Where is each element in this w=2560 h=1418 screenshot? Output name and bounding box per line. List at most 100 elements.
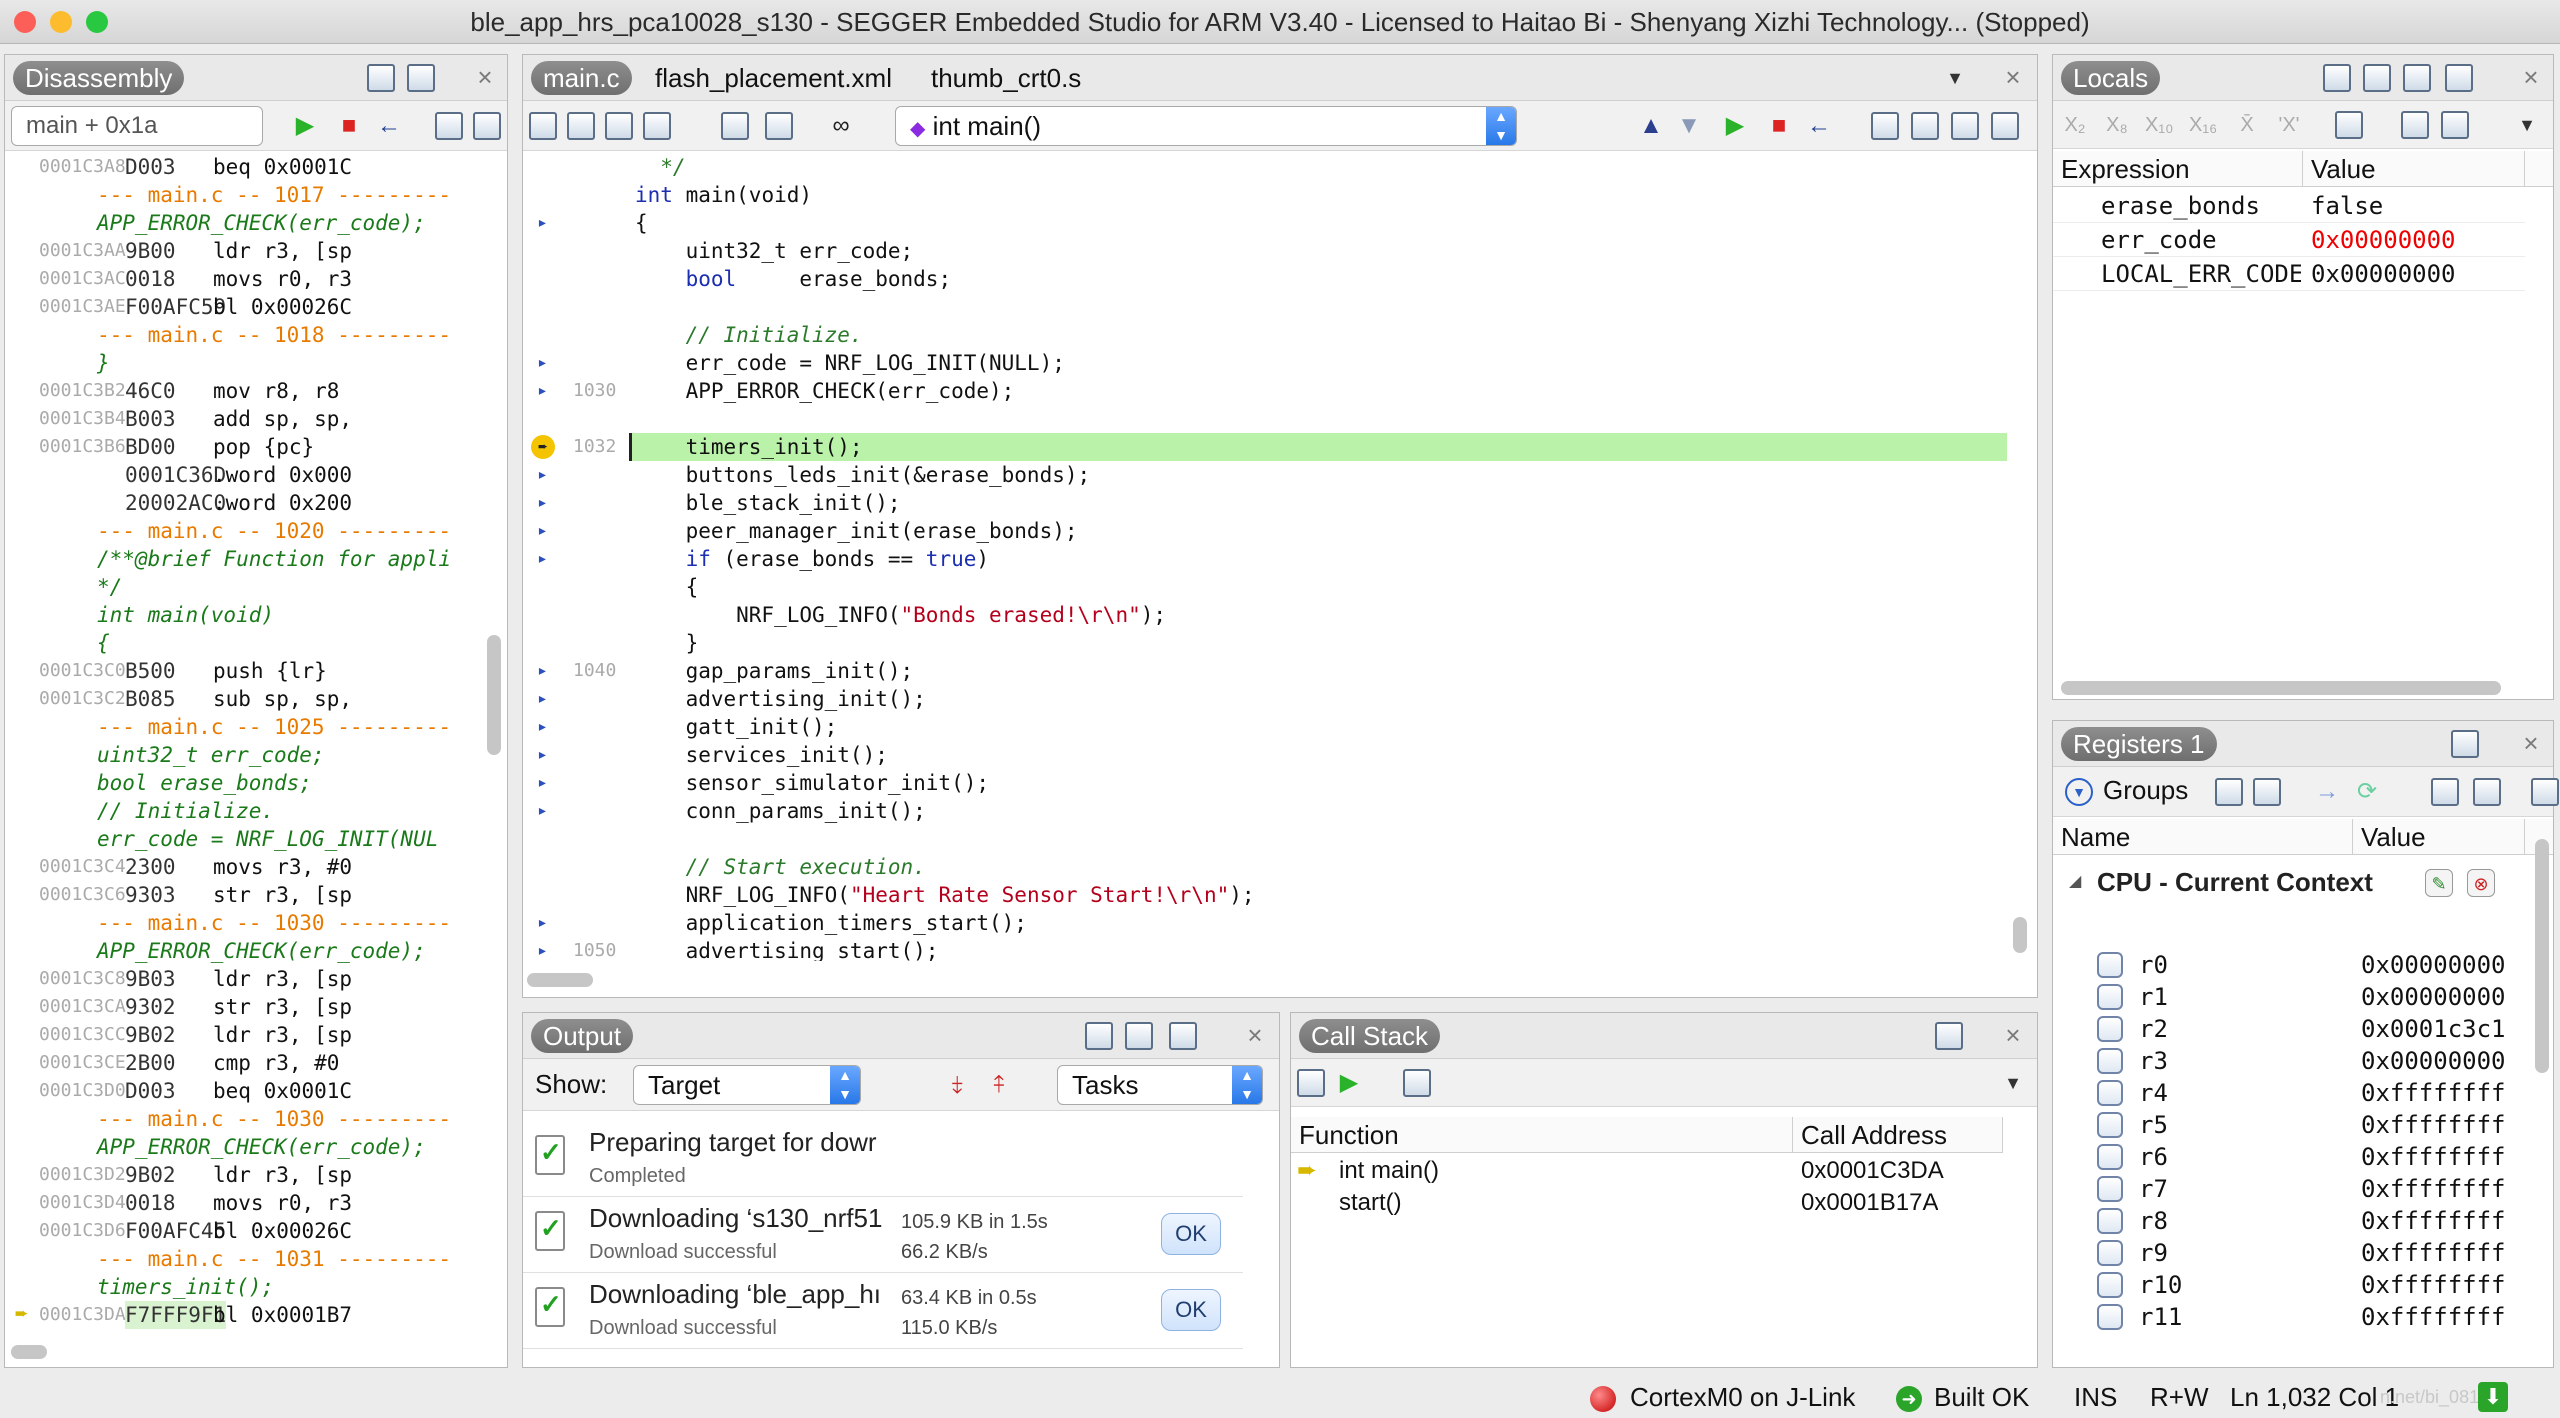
disasm-row[interactable]: bool erase_bonds; (5, 769, 479, 797)
output-item[interactable]: Downloading ‘s130_nrf51 Download successf… (523, 1197, 1243, 1273)
code-line[interactable]: ▸ services_init(); (523, 741, 2007, 769)
locals-paste-icon[interactable] (2441, 111, 2469, 139)
code-line[interactable]: bool erase_bonds; (523, 265, 2007, 293)
breakpoint-site-icon[interactable]: ▸ (537, 713, 548, 741)
output-tool3-icon[interactable] (1169, 1022, 1197, 1050)
code-line[interactable]: int main(void) (523, 181, 2007, 209)
next-location-icon[interactable]: ▼ (1675, 112, 1703, 140)
editor-step-over-icon[interactable] (1911, 112, 1939, 140)
editor-close-button[interactable]: × (1999, 63, 2027, 91)
register-value[interactable]: 0x0001c3c1 (2361, 1012, 2506, 1046)
editor-stop-icon[interactable]: ■ (1765, 112, 1793, 140)
code-line[interactable]: ▸ ble_stack_init(); (523, 489, 2007, 517)
register-value[interactable]: 0xffffffff (2361, 1268, 2506, 1302)
registers-col-value[interactable]: Value (2353, 819, 2525, 855)
disasm-row[interactable]: 0001C3AA 9B00 ldr r3, [sp (5, 237, 479, 265)
glasses-icon[interactable]: ∞ (827, 112, 855, 140)
disasm-row[interactable]: 0001C3C8 9B03 ldr r3, [sp (5, 965, 479, 993)
registers-col-name[interactable]: Name (2053, 819, 2353, 855)
disasm-row[interactable]: --- main.c -- 1025 --------- (5, 713, 479, 741)
disasm-row[interactable]: err_code = NRF_LOG_INIT(NUL (5, 825, 479, 853)
register-grid-icon[interactable] (2431, 778, 2459, 806)
disasm-row[interactable]: 0001C3C0 B500 push {lr} (5, 657, 479, 685)
disasm-row[interactable]: 0001C3C4 2300 movs r3, #0 (5, 853, 479, 881)
remove-group-icon[interactable]: ⊗ (2467, 869, 2495, 897)
register-row[interactable]: r4 0xffffffff (2053, 1077, 2525, 1109)
local-value[interactable]: 0x00000000 (2311, 223, 2525, 257)
callstack-col-function[interactable]: Function (1291, 1117, 1793, 1153)
disasm-row[interactable]: APP_ERROR_CHECK(err_code); (5, 1133, 479, 1161)
disasm-row[interactable]: --- main.c -- 1030 --------- (5, 909, 479, 937)
step-back-icon[interactable]: ← (375, 112, 403, 140)
editor-run-to-cursor-icon[interactable] (1991, 112, 2019, 140)
disasm-row[interactable]: --- main.c -- 1020 --------- (5, 517, 479, 545)
code-line[interactable]: ▸ 1040 gap_params_init(); (523, 657, 2007, 685)
output-item[interactable]: Downloading ‘ble_app_hı Download successf… (523, 1273, 1243, 1349)
register-value[interactable]: 0x00000000 (2361, 1044, 2506, 1078)
register-checkbox[interactable] (2097, 1080, 2123, 1106)
code-line[interactable]: NRF_LOG_INFO("Bonds erased!\r\n"); (523, 601, 2007, 629)
editor-tool2-icon[interactable] (567, 112, 595, 140)
editor-tool5-icon[interactable] (721, 112, 749, 140)
locals-tool3-icon[interactable] (2403, 64, 2431, 92)
editor-back-icon[interactable]: ← (1805, 112, 1833, 140)
register-row[interactable]: r8 0xffffffff (2053, 1205, 2525, 1237)
next-error-icon[interactable]: ⤈ (943, 1071, 971, 1099)
disasm-row[interactable]: { (5, 629, 479, 657)
code-line[interactable]: // Initialize. (523, 321, 2007, 349)
locals-row[interactable]: LOCAL_ERR_CODE 0x00000000 (2053, 257, 2525, 291)
disasm-row[interactable]: uint32_t err_code; (5, 741, 479, 769)
tab-list-chevron-icon[interactable]: ▼ (1941, 64, 1969, 92)
disasm-row[interactable]: 0001C3A8 D003 beq 0x0001C (5, 153, 479, 181)
disasm-row[interactable]: /**@brief Function for appli (5, 545, 479, 573)
register-checkbox[interactable] (2097, 1112, 2123, 1138)
output-close-button[interactable]: × (1241, 1021, 1269, 1049)
memory-icon[interactable] (2253, 778, 2281, 806)
register-value[interactable]: 0xffffffff (2361, 1140, 2506, 1174)
cursor-position[interactable]: Ln 1,032 Col 1 (2230, 1376, 2399, 1418)
disasm-row[interactable]: 0001C36D .word 0x000 (5, 461, 479, 489)
disassembly-close-button[interactable]: × (471, 63, 499, 91)
disassembly-listing[interactable]: 0001C3A8 D003 beq 0x0001C --- main.c -- 101… (5, 153, 479, 1333)
disasm-row[interactable]: 0001C3CC 9B02 ldr r3, [sp (5, 1021, 479, 1049)
register-checkbox[interactable] (2097, 1240, 2123, 1266)
disasm-row[interactable]: 0001C3AE F00AFC59 bl 0x00026C (5, 293, 479, 321)
locals-grid-icon[interactable] (2335, 111, 2363, 139)
disasm-row[interactable]: 0001C3CE 2B00 cmp r3, #0 (5, 1049, 479, 1077)
code-line[interactable]: ▸ 1050 advertising_start(); (523, 937, 2007, 961)
register-value[interactable]: 0xffffffff (2361, 1108, 2506, 1142)
format-x2-icon[interactable]: X₂ (2061, 111, 2089, 139)
registers-vscroll[interactable] (2535, 839, 2549, 1073)
ok-button[interactable]: OK (1161, 1213, 1221, 1255)
callstack-close-button[interactable]: × (1999, 1021, 2027, 1049)
breakpoint-site-icon[interactable]: ▸ (537, 545, 548, 573)
callstack-show-icon[interactable] (1297, 1069, 1325, 1097)
registers-tool-icon[interactable] (2451, 730, 2479, 758)
editor-chart-icon[interactable] (765, 112, 793, 140)
locals-close-button[interactable]: × (2517, 63, 2545, 91)
disasm-row[interactable]: APP_ERROR_CHECK(err_code); (5, 209, 479, 237)
register-row[interactable]: r5 0xffffffff (2053, 1109, 2525, 1141)
code-line[interactable]: ▸ peer_manager_init(erase_bonds); (523, 517, 2007, 545)
code-line[interactable]: ▸ conn_params_init(); (523, 797, 2007, 825)
editor-step-into-icon[interactable] (1871, 112, 1899, 140)
disasm-row[interactable]: 0001C3C2 B085 sub sp, sp, (5, 685, 479, 713)
locals-copy-icon[interactable] (2401, 111, 2429, 139)
register-row[interactable]: r6 0xffffffff (2053, 1141, 2525, 1173)
stop-icon[interactable]: ■ (335, 112, 363, 140)
code-line[interactable]: ▸ sensor_simulator_init(); (523, 769, 2007, 797)
go-icon[interactable]: ▶ (291, 112, 319, 140)
locals-col-expression[interactable]: Expression (2053, 151, 2303, 187)
build-status[interactable]: Built OK (1934, 1376, 2029, 1418)
code-line[interactable]: ▸ advertising_init(); (523, 685, 2007, 713)
target-connection[interactable]: CortexM0 on J-Link (1630, 1376, 1855, 1418)
breakpoint-site-icon[interactable]: ▸ (537, 769, 548, 797)
format-x10-icon[interactable]: X₁₀ (2145, 111, 2173, 139)
code-line[interactable]: uint32_t err_code; (523, 237, 2007, 265)
locals-menu-chevron-icon[interactable]: ▼ (2513, 111, 2541, 139)
code-line[interactable]: NRF_LOG_INFO("Heart Rate Sensor Start!\r… (523, 881, 2007, 909)
register-checkbox[interactable] (2097, 1272, 2123, 1298)
code-line[interactable]: // Start execution. (523, 853, 2007, 881)
function-selector[interactable]: ◆ int main() ▲ ▼ (895, 106, 1517, 146)
disasm-row[interactable]: 0001C3D6 F00AFC45 bl 0x00026C (5, 1217, 479, 1245)
